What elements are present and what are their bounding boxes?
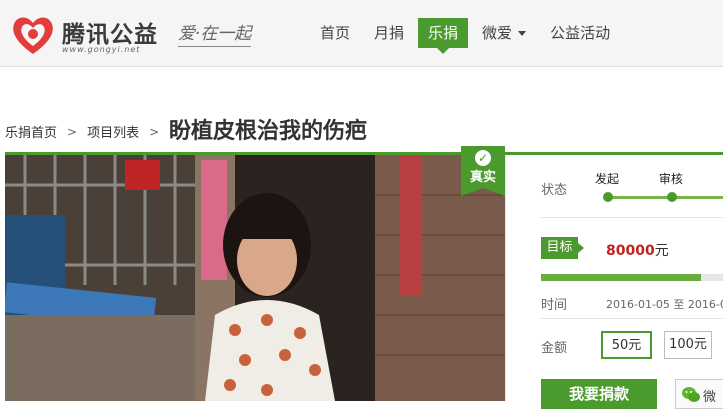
checkmark-icon: ✓ [475,150,491,166]
goal-amount-value: 80000 [606,243,655,259]
nav-charity-events[interactable]: 公益活动 [540,18,620,48]
gongyi-heart-logo-icon[interactable] [10,12,56,58]
time-range: 2016-01-05 至 2016-0 [606,298,723,311]
amount-option-50[interactable]: 50元 [601,331,652,359]
status-track [605,196,723,199]
verified-badge: ✓ 真实 [461,146,505,196]
brand-slogan: 爱·在一起 [178,19,252,47]
goal-amount: 80000元 [606,240,669,260]
nav-home[interactable]: 首页 [310,18,360,48]
wechat-label: 微 [703,390,717,405]
time-label: 时间 [541,298,568,313]
breadcrumb: 乐捐首页 > 项目列表 > [5,122,169,142]
status-label: 状态 [541,183,568,198]
status-step-review: 审核 [658,172,683,186]
page-title: 盼植皮根治我的伤疤 [169,119,368,144]
brand-name[interactable]: 腾讯公益 [62,15,158,49]
goal-tag: 目标 [541,237,584,259]
project-photo-illustration [5,155,505,401]
goal-progress-fill [541,274,702,281]
wechat-icon [682,387,700,402]
nav-monthly-donation[interactable]: 月捐 [364,18,414,48]
top-bar: 腾讯公益 www.gongyi.net 爱·在一起 首页 月捐 乐捐 微爱 公益… [0,0,723,67]
wechat-share-button[interactable]: 微 [675,379,723,409]
status-dot-review [667,192,677,202]
verified-badge-label: 真实 [469,170,496,185]
brand-url: www.gongyi.net [62,45,141,54]
status-steps: 发起 审核 [595,170,683,187]
donate-button[interactable]: 我要捐款 [541,379,657,409]
goal-progress-bar [541,274,723,281]
status-step-launch: 发起 [595,172,620,186]
breadcrumb-home[interactable]: 乐捐首页 [5,122,57,141]
chevron-right-icon: > [67,124,78,139]
panel-divider [540,217,723,218]
breadcrumb-project-list[interactable]: 项目列表 [87,122,139,141]
chevron-right-icon: > [149,124,160,139]
nav-weiai-label: 微爱 [482,24,513,42]
amount-option-100[interactable]: 100元 [664,331,712,359]
project-photo[interactable] [5,155,505,401]
nav-ledonate[interactable]: 乐捐 [418,18,469,54]
status-dot-launch [603,192,613,202]
amount-label: 金额 [541,341,568,356]
nav-weiai[interactable]: 微爱 [472,18,536,48]
chevron-down-icon [518,31,527,36]
goal-amount-unit: 元 [654,243,669,259]
panel-divider [540,318,723,319]
main-nav: 首页 月捐 乐捐 微爱 公益活动 [310,0,624,66]
